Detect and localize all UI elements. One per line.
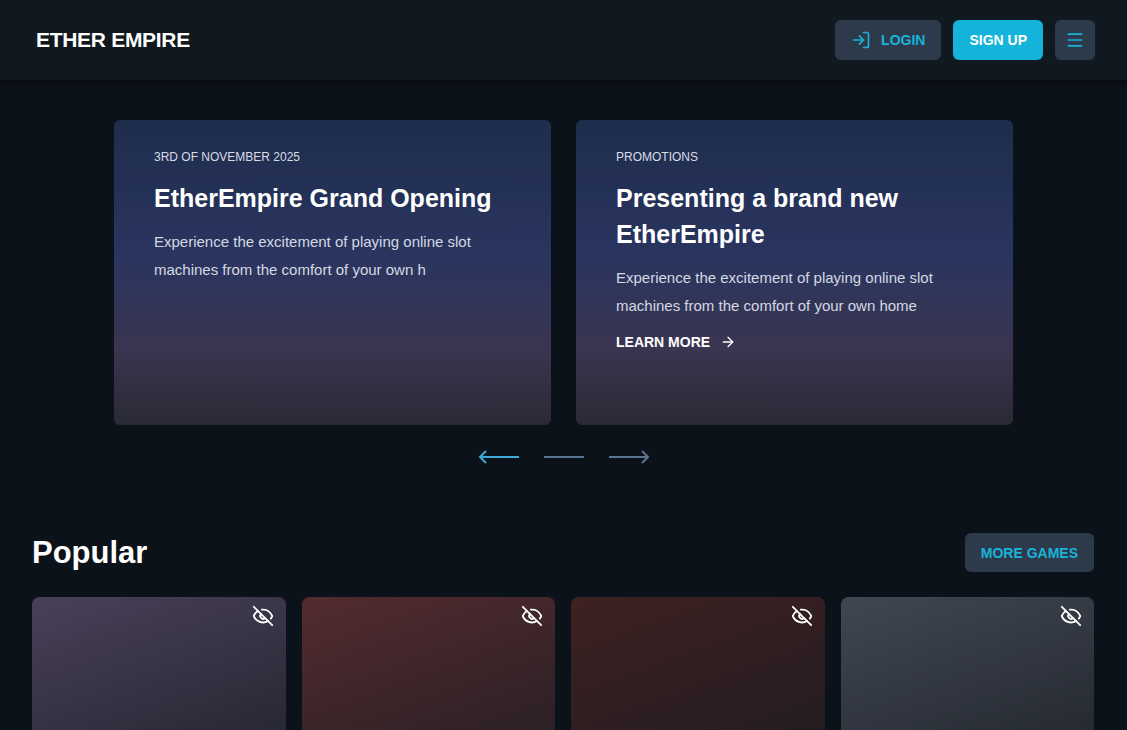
game-overlay — [841, 597, 1095, 730]
game-card[interactable] — [571, 597, 825, 730]
arrow-right-icon — [608, 450, 650, 464]
menu-button[interactable] — [1055, 20, 1095, 60]
more-games-button[interactable]: MORE GAMES — [965, 533, 1094, 572]
slide-card[interactable]: PROMOTIONS Presenting a brand new EtherEm… — [576, 120, 1013, 425]
game-card[interactable] — [302, 597, 556, 730]
slide-label: PROMOTIONS — [616, 150, 977, 164]
game-overlay — [571, 597, 825, 730]
prev-button[interactable] — [478, 447, 520, 467]
popular-header: Popular MORE GAMES — [32, 533, 1094, 572]
popular-title: Popular — [32, 535, 147, 571]
carousel-controls — [478, 447, 650, 467]
eye-off-icon — [791, 605, 813, 627]
carousel-indicator — [544, 456, 584, 458]
game-card[interactable] — [841, 597, 1095, 730]
signup-button[interactable]: SIGN UP — [953, 20, 1043, 60]
slider: 3RD OF NOVEMBER 2025 EtherEmpire Grand Op… — [0, 80, 1127, 467]
eye-off-icon — [1060, 605, 1082, 627]
visibility-toggle[interactable] — [791, 605, 813, 627]
slide-label: 3RD OF NOVEMBER 2025 — [154, 150, 515, 164]
game-card[interactable] — [32, 597, 286, 730]
visibility-toggle[interactable] — [521, 605, 543, 627]
game-grid — [32, 597, 1094, 730]
slide-text: Experience the excitement of playing onl… — [616, 264, 977, 320]
logo[interactable]: ETHER EMPIRE — [36, 28, 190, 52]
login-icon — [851, 30, 871, 50]
login-button[interactable]: LOGIN — [835, 20, 941, 60]
slide-title: Presenting a brand new EtherEmpire — [616, 180, 977, 252]
slide-text: Experience the excitement of playing onl… — [154, 228, 515, 284]
eye-off-icon — [521, 605, 543, 627]
eye-off-icon — [252, 605, 274, 627]
popular-section: Popular MORE GAMES — [0, 533, 1127, 730]
visibility-toggle[interactable] — [1060, 605, 1082, 627]
slide-row: 3RD OF NOVEMBER 2025 EtherEmpire Grand Op… — [114, 120, 1013, 425]
learn-more-link[interactable]: LEARN MORE — [616, 334, 977, 350]
arrow-right-icon — [720, 334, 736, 350]
header: ETHER EMPIRE LOGIN SIGN UP — [0, 0, 1127, 80]
slide-card[interactable]: 3RD OF NOVEMBER 2025 EtherEmpire Grand Op… — [114, 120, 551, 425]
slide-title: EtherEmpire Grand Opening — [154, 180, 515, 216]
page: ETHER EMPIRE LOGIN SIGN UP 3RD OF NOVEMBER … — [0, 0, 1127, 730]
visibility-toggle[interactable] — [252, 605, 274, 627]
header-actions: LOGIN SIGN UP — [835, 20, 1095, 60]
next-button[interactable] — [608, 447, 650, 467]
game-overlay — [302, 597, 556, 730]
arrow-left-icon — [478, 450, 520, 464]
game-overlay — [32, 597, 286, 730]
menu-icon — [1065, 30, 1085, 50]
